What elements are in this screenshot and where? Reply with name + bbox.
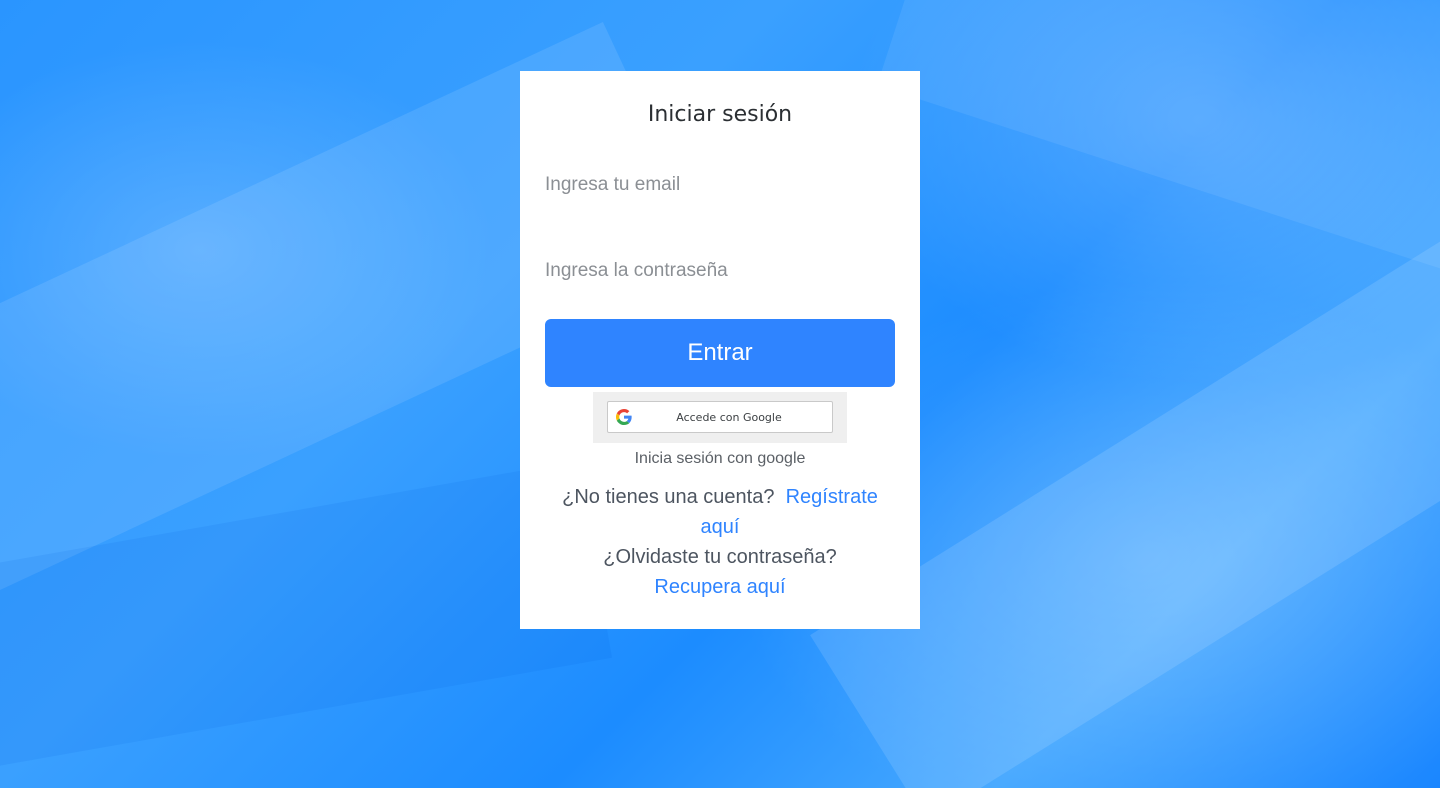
forgot-password-text: ¿Olvidaste tu contraseña? [603,546,837,568]
page-title: Iniciar sesión [647,102,793,127]
google-caption: Inicia sesión con google [634,450,806,467]
register-line: ¿No tienes una cuenta? Regístrate aquí [545,482,895,542]
password-field[interactable] [545,257,895,285]
google-signin-container: Accede con Google [593,392,847,443]
google-g-icon [616,409,632,425]
login-card: Iniciar sesión Entrar Accede con Google … [520,71,920,629]
google-signin-label: Accede con Google [676,410,782,424]
recover-password-link[interactable]: Recupera aquí [654,576,785,598]
google-signin-button[interactable]: Accede con Google [607,401,833,433]
no-account-text: ¿No tienes una cuenta? [562,486,775,508]
account-links: ¿No tienes una cuenta? Regístrate aquí ¿… [545,482,895,602]
login-button[interactable]: Entrar [545,319,895,387]
email-field[interactable] [545,171,895,199]
background-shape [876,0,1440,302]
